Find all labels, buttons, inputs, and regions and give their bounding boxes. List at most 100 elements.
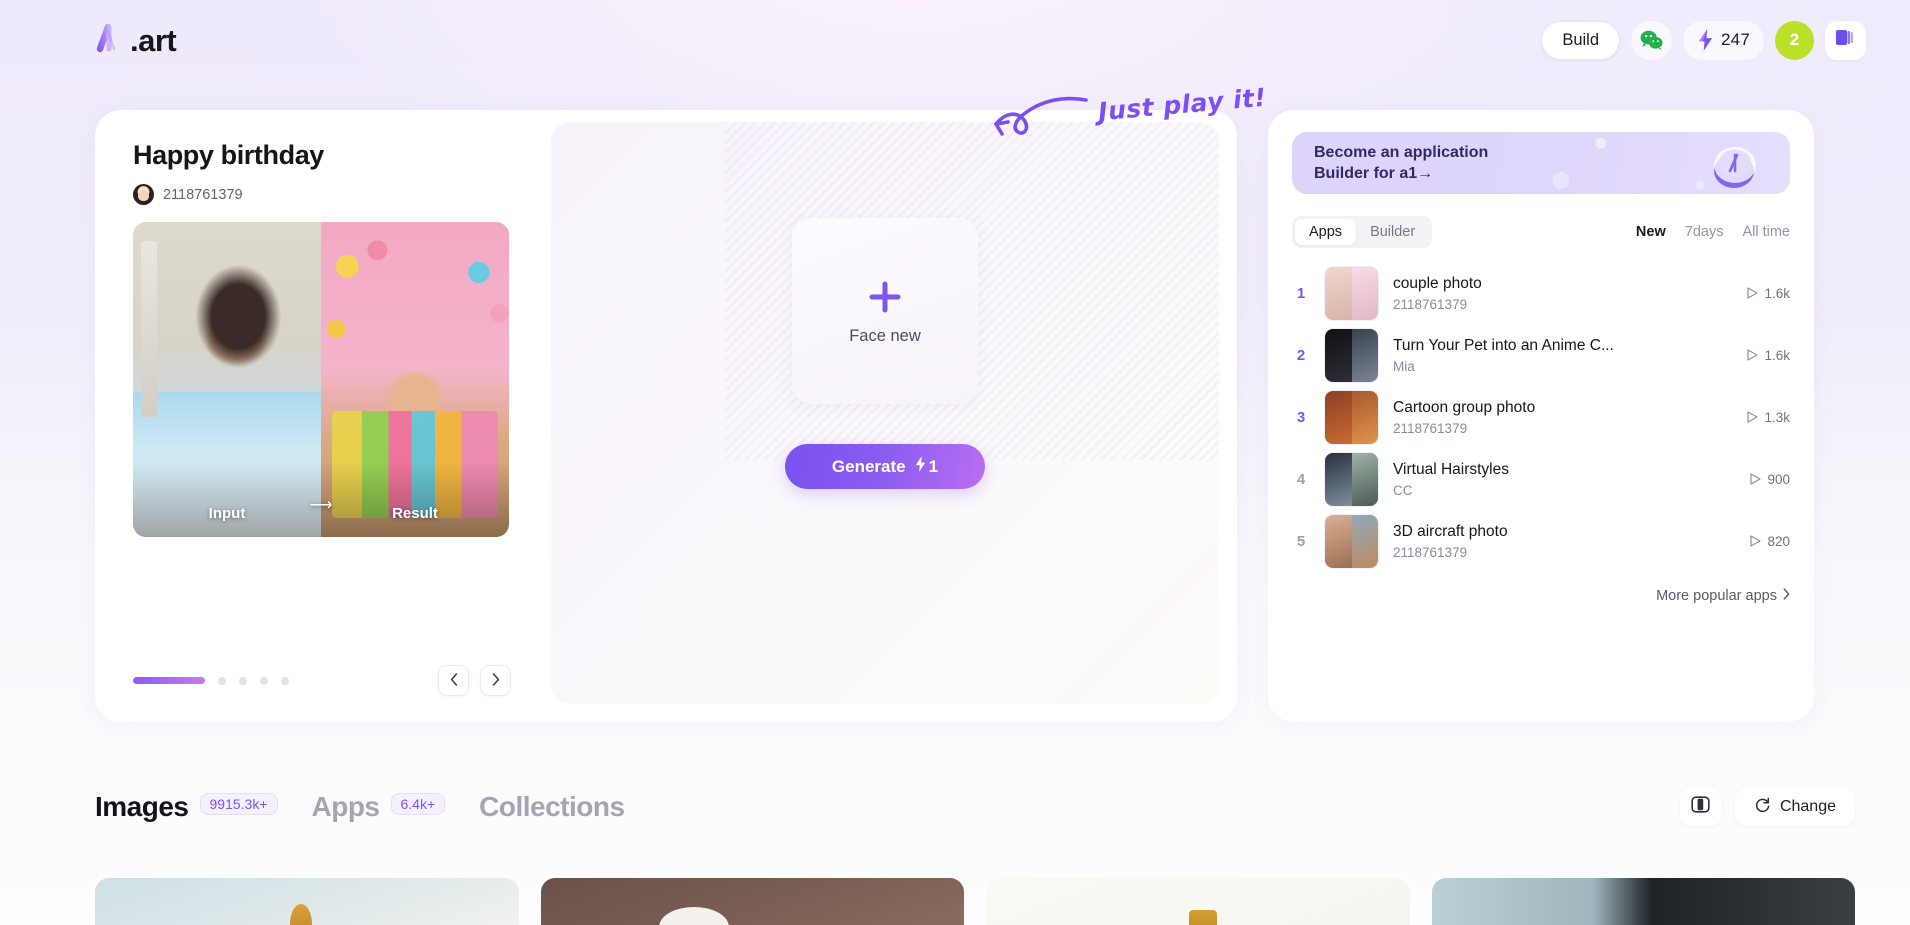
- app-name: Virtual Hairstyles: [1393, 460, 1510, 478]
- carousel-dot-active[interactable]: [133, 677, 205, 684]
- app-header: .art Build 247 2: [0, 0, 1910, 80]
- gallery-card[interactable]: [540, 878, 964, 925]
- carousel-controls: [133, 665, 511, 696]
- list-item[interactable]: 3 Cartoon group photo 2118761379 1.3k: [1292, 386, 1790, 448]
- filter-7days[interactable]: 7days: [1685, 224, 1724, 240]
- time-filters: New 7days All time: [1636, 224, 1790, 240]
- builder-promo-text: Become an application Builder for a1→: [1314, 143, 1489, 182]
- carousel-dot[interactable]: [239, 676, 247, 685]
- play-triangle-icon: [1750, 473, 1762, 485]
- tab-images-count: 9915.3k+: [199, 793, 278, 815]
- tab-apps-label: Apps: [311, 791, 381, 822]
- tab-apps[interactable]: Apps: [1295, 219, 1357, 245]
- generate-button[interactable]: Generate 1: [785, 444, 985, 489]
- app-plays: 900: [1750, 472, 1790, 487]
- app-name: Cartoon group photo: [1393, 398, 1536, 416]
- build-button[interactable]: Build: [1541, 20, 1621, 60]
- app-plays: 1.6k: [1747, 348, 1790, 363]
- panel-layout-icon: [1691, 795, 1711, 819]
- app-plays: 1.3k: [1747, 410, 1790, 425]
- app-meta: 3D aircraft photo 2118761379: [1393, 523, 1736, 560]
- lightning-bolt-icon: [915, 456, 926, 477]
- builder-promo-banner[interactable]: Become an application Builder for a1→: [1292, 132, 1790, 194]
- credits-button[interactable]: 247: [1683, 20, 1764, 60]
- gallery-card[interactable]: [1431, 878, 1855, 925]
- wechat-button[interactable]: [1631, 20, 1673, 60]
- app-name: couple photo: [1393, 274, 1482, 292]
- list-item[interactable]: 1 couple photo 2118761379 1.6k: [1292, 262, 1790, 324]
- lightning-bolt-icon: [1697, 29, 1714, 51]
- app-meta: couple photo 2118761379: [1393, 275, 1733, 312]
- page-title: Happy birthday: [133, 140, 324, 170]
- tab-images[interactable]: Images 9915.3k+: [95, 791, 278, 823]
- app-thumbnail: [1324, 389, 1379, 445]
- content-gallery: [95, 878, 1855, 925]
- app-rank: 4: [1296, 470, 1306, 488]
- tab-collections[interactable]: Collections: [479, 791, 625, 823]
- carousel-next-button[interactable]: [480, 665, 511, 696]
- book-stack-icon: [1835, 28, 1856, 52]
- layout-toggle-button[interactable]: [1679, 788, 1722, 826]
- play-triangle-icon: [1747, 287, 1759, 299]
- app-author: 2118761379: [1393, 420, 1468, 436]
- face-new-upload-button[interactable]: Face new: [792, 218, 978, 404]
- carousel-indicators[interactable]: [133, 676, 289, 685]
- refresh-icon: [1754, 796, 1771, 818]
- list-item[interactable]: 2 Turn Your Pet into an Anime C... Mia 1…: [1292, 324, 1790, 386]
- brand-logo[interactable]: .art: [92, 22, 177, 58]
- plus-icon: [865, 277, 905, 317]
- panel-segmented-control: Apps Builder: [1292, 216, 1433, 248]
- generate-cost-value: 1: [928, 456, 939, 476]
- brand-name: .art: [130, 23, 177, 58]
- app-author: 2118761379: [1393, 544, 1468, 560]
- app-rank: 1: [1296, 284, 1306, 302]
- app-name: 3D aircraft photo: [1393, 522, 1508, 540]
- tab-apps[interactable]: Apps 6.4k+: [312, 791, 446, 823]
- content-tools: Change: [1679, 788, 1855, 826]
- library-button[interactable]: [1825, 20, 1866, 60]
- featured-app-author[interactable]: 2118761379: [133, 184, 511, 205]
- change-button[interactable]: Change: [1734, 788, 1855, 826]
- play-triangle-icon: [1750, 535, 1762, 547]
- app-plays-count: 1.6k: [1764, 347, 1790, 363]
- app-plays: 1.6k: [1747, 286, 1790, 301]
- list-item[interactable]: 4 Virtual Hairstyles CC 900: [1292, 448, 1790, 510]
- app-name: Turn Your Pet into an Anime C...: [1393, 336, 1614, 354]
- panel-tabs-row: Apps Builder New 7days All time: [1292, 216, 1790, 248]
- input-image: [133, 222, 321, 537]
- app-plays-count: 1.6k: [1764, 285, 1790, 301]
- carousel-dot[interactable]: [260, 676, 268, 685]
- tab-builder[interactable]: Builder: [1356, 219, 1429, 245]
- app-author: CC: [1393, 482, 1413, 498]
- app-plays: 820: [1750, 534, 1790, 549]
- app-thumbnail: [1324, 327, 1379, 383]
- app-author: Mia: [1393, 358, 1415, 374]
- content-tabs: Images 9915.3k+ Apps 6.4k+ Collections C…: [95, 788, 1855, 826]
- app-plays-count: 1.3k: [1764, 409, 1790, 425]
- play-triangle-icon: [1747, 349, 1759, 361]
- app-rank: 2: [1296, 346, 1306, 364]
- content-tabs-list: Images 9915.3k+ Apps 6.4k+ Collections: [95, 791, 625, 823]
- app-thumbnail: [1324, 265, 1379, 321]
- tab-apps-count: 6.4k+: [390, 793, 446, 815]
- carousel-dot[interactable]: [281, 676, 289, 685]
- wechat-icon: [1640, 30, 1663, 50]
- gallery-card[interactable]: [95, 878, 519, 925]
- before-after-preview[interactable]: Input Result ⟶: [133, 222, 509, 537]
- more-popular-apps-link[interactable]: More popular apps: [1292, 588, 1790, 604]
- generate-cost: 1: [915, 456, 938, 477]
- app-author: 2118761379: [1393, 296, 1468, 312]
- avatar[interactable]: 2: [1775, 20, 1814, 60]
- carousel-dot[interactable]: [218, 676, 226, 685]
- app-meta: Virtual Hairstyles CC: [1393, 461, 1736, 498]
- chevron-right-icon: [1783, 588, 1790, 604]
- app-root: .art Build 247 2 Happy birthday 21187613…: [0, 0, 1910, 925]
- app-plays-count: 820: [1767, 533, 1790, 549]
- filter-all-time[interactable]: All time: [1742, 224, 1790, 240]
- filter-new[interactable]: New: [1636, 224, 1666, 240]
- carousel-prev-button[interactable]: [438, 665, 469, 696]
- list-item[interactable]: 5 3D aircraft photo 2118761379 820: [1292, 510, 1790, 572]
- gallery-card[interactable]: [986, 878, 1410, 925]
- a-coin-icon: [1704, 137, 1766, 189]
- face-new-label: Face new: [849, 326, 921, 345]
